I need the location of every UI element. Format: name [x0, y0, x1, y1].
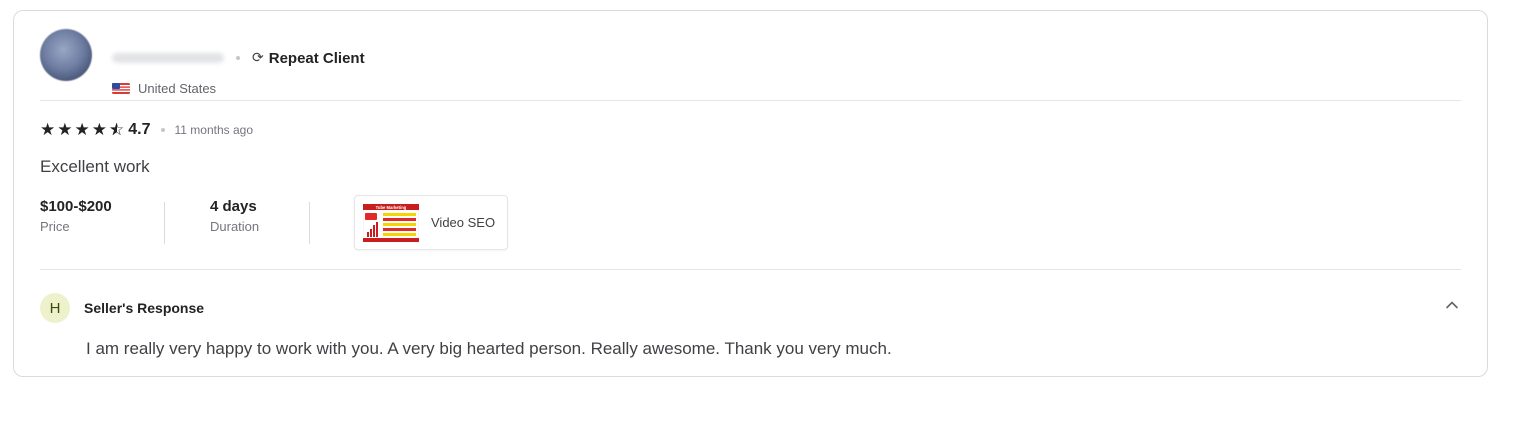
reviewer-name-blurred[interactable]: [112, 53, 224, 63]
meta-divider: [309, 202, 310, 244]
gig-thumbnail: Tube Marketing: [363, 203, 419, 242]
separator-dot: [160, 128, 165, 132]
repeat-icon: ⟳: [252, 50, 264, 66]
star-filled-icon: ★: [74, 120, 90, 140]
reviewer-header: ⟳ Repeat Client United States: [40, 28, 1461, 100]
review-time-ago: 11 months ago: [174, 123, 254, 137]
seller-response-header[interactable]: H Seller's Response: [40, 293, 204, 323]
reviewer-country-row: United States: [112, 80, 216, 96]
star-filled-icon: ★: [57, 120, 73, 140]
reviewer-name-row: ⟳ Repeat Client: [112, 48, 365, 68]
price-value: $100-$200: [40, 198, 112, 215]
seller-avatar: H: [40, 293, 70, 323]
review-card: ⟳ Repeat Client United States ★ ★ ★ ★ ☆ …: [13, 10, 1488, 377]
rating-row: ★ ★ ★ ★ ☆ ★ 4.7 11 months ago: [40, 120, 253, 140]
seller-response-title: Seller's Response: [84, 300, 205, 316]
response-divider: [40, 269, 1461, 270]
order-meta: $100-$200 Price 4 days Duration: [40, 196, 310, 254]
chevron-up-icon[interactable]: [1443, 296, 1461, 314]
rating-value: 4.7: [128, 121, 151, 138]
reviewer-country: United States: [138, 80, 217, 96]
price-label: Price: [40, 219, 70, 234]
star-half-icon: ☆ ★: [109, 120, 125, 140]
header-divider: [40, 100, 1461, 101]
star-filled-icon: ★: [40, 120, 56, 140]
review-text: Excellent work: [40, 157, 150, 176]
separator-dot: [236, 56, 240, 60]
us-flag-icon: [112, 82, 130, 94]
duration-block: 4 days Duration: [165, 196, 309, 234]
gig-thumb-heading: Tube Marketing: [376, 204, 407, 209]
star-filled-icon: ★: [91, 120, 107, 140]
repeat-client-badge: Repeat Client: [268, 49, 365, 67]
seller-response-text: I am really very happy to work with you.…: [86, 339, 892, 358]
price-block: $100-$200 Price: [40, 196, 164, 234]
reviewer-avatar[interactable]: [40, 29, 92, 81]
gig-title: Video SEO: [431, 215, 496, 230]
star-rating: ★ ★ ★ ★ ☆ ★: [40, 120, 124, 140]
duration-value: 4 days: [210, 198, 257, 215]
duration-label: Duration: [210, 219, 260, 234]
gig-card[interactable]: Tube Marketing Video SEO: [354, 195, 508, 250]
